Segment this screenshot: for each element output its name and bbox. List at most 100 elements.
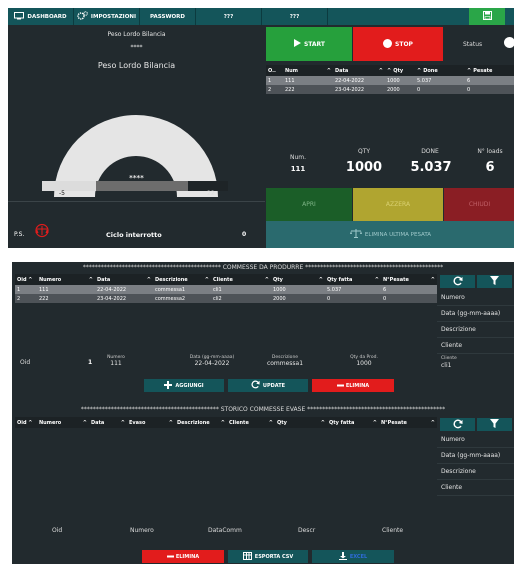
azzera-button[interactable]: AZZERA xyxy=(353,188,443,221)
update-button[interactable]: UPDATE xyxy=(228,379,308,392)
excel-export-label: EXCEL xyxy=(349,553,368,560)
col-numero[interactable]: Numero ^ xyxy=(37,417,89,428)
stop-button[interactable]: STOP xyxy=(353,27,443,61)
col-qty[interactable]: Qty ^ xyxy=(271,274,325,285)
col-numero[interactable]: Numero ^ xyxy=(37,274,95,285)
table-row[interactable]: 2 222 23-04-2022 2000 0 0 xyxy=(266,85,514,94)
download-icon xyxy=(338,551,347,562)
refresh-icon xyxy=(251,380,260,391)
nav-tab5-label: ??? xyxy=(289,13,300,20)
col-descrizione[interactable]: Descrizione ^ xyxy=(153,274,211,285)
filter-descrizione[interactable]: Descrizione xyxy=(437,464,514,480)
nav-password-label: PASSWORD xyxy=(149,13,185,20)
elimina-commessa-button[interactable]: ELIMINA xyxy=(312,379,394,392)
aggiungi-button[interactable]: AGGIUNGI xyxy=(144,379,224,392)
side-cliente-label: Cliente xyxy=(441,356,457,361)
nav-impostazioni-button[interactable]: IMPOSTAZIONI xyxy=(74,8,140,25)
filter-data[interactable]: Data (gg-mm-aaaa) xyxy=(437,448,514,464)
storico-numero-label: Numero xyxy=(130,527,154,534)
col-qty[interactable]: Qty ^ xyxy=(275,417,327,428)
col-npesate[interactable]: N°Pesate ^ xyxy=(381,274,437,285)
nav-tab5-button[interactable]: ??? xyxy=(262,8,328,25)
esporta-csv-button[interactable]: ESPORTA CSV xyxy=(228,550,308,563)
commesse-panel: ****************************************… xyxy=(12,262,514,564)
table-row[interactable]: 2 222 23-04-2022 commessa2 cli2 2000 0 0 xyxy=(15,294,437,303)
elimina-ultima-pesata-button[interactable]: ELIMINA ULTIMA PESATA xyxy=(266,221,514,248)
filter-icon xyxy=(490,419,499,430)
filter-descrizione[interactable]: Descrizione xyxy=(437,322,514,338)
nav-password-button[interactable]: PASSWORD xyxy=(140,8,196,25)
filter-cliente[interactable]: Cliente xyxy=(437,480,514,496)
col-data[interactable]: Data ^ xyxy=(333,65,385,76)
col-num[interactable]: Num ^ xyxy=(283,65,333,76)
gauge-title: Peso Lordo Bilancia xyxy=(97,61,176,70)
chiudi-button[interactable]: CHIUDI xyxy=(444,188,514,221)
col-data[interactable]: Data ^ xyxy=(95,274,153,285)
storico-refresh-button[interactable] xyxy=(440,418,475,431)
commesse-header: ****************************************… xyxy=(82,264,444,271)
start-label: START xyxy=(303,40,326,48)
refresh-button[interactable] xyxy=(440,275,475,288)
nav-tab4-label: ??? xyxy=(223,13,234,20)
scale-warning-icon xyxy=(34,223,50,240)
filter-cliente[interactable]: Cliente xyxy=(437,338,514,354)
col-pesate[interactable]: ^ Pesate xyxy=(465,65,514,76)
nav-dashboard-label: DASHBOARD xyxy=(27,13,67,20)
col-npesate[interactable]: N°Pesate ^ xyxy=(379,417,437,428)
detail-data-value[interactable]: 22-04-2022 xyxy=(172,360,252,367)
gauge-mid-bar xyxy=(96,181,188,191)
col-cliente[interactable]: Cliente ^ xyxy=(227,417,275,428)
start-button[interactable]: START xyxy=(266,27,352,61)
stop-label: STOP xyxy=(395,40,413,48)
refresh-icon xyxy=(453,419,463,431)
detail-oid-value: 1 xyxy=(88,359,93,366)
filter-data[interactable]: Data (gg-mm-aaaa) xyxy=(437,306,514,322)
dashboard-panel: DASHBOARD IMPOSTAZIONI PASSWORD ??? ??? … xyxy=(8,8,514,248)
filter-numero[interactable]: Numero xyxy=(437,290,514,306)
col-cliente[interactable]: Cliente ^ xyxy=(211,274,271,285)
col-qty-fatta[interactable]: Qty fatta ^ xyxy=(327,417,379,428)
nav-tab4-button[interactable]: ??? xyxy=(196,8,262,25)
nav-dashboard-button[interactable]: DASHBOARD xyxy=(8,8,74,25)
detail-qty-value[interactable]: 1000 xyxy=(334,360,394,367)
col-done[interactable]: ^ Done xyxy=(415,65,465,76)
filter-button[interactable] xyxy=(477,275,512,288)
col-order[interactable]: O.. xyxy=(266,65,283,76)
gears-icon xyxy=(77,11,88,22)
detail-oid-label: Oid xyxy=(20,359,31,366)
side-cliente-value[interactable]: cli1 xyxy=(441,362,451,369)
col-oid[interactable]: Oid ^ xyxy=(15,417,37,428)
save-button[interactable] xyxy=(469,8,505,25)
excel-export-button[interactable]: EXCEL xyxy=(312,550,394,563)
col-evaso[interactable]: Evaso ^ xyxy=(127,417,175,428)
col-data[interactable]: Data ^ xyxy=(89,417,127,428)
cycle-status: Ciclo interrotto xyxy=(106,231,162,239)
col-oid[interactable]: Oid ^ xyxy=(15,274,37,285)
col-qty[interactable]: ^ Qty xyxy=(385,65,415,76)
detail-desc-value[interactable]: commessa1 xyxy=(250,360,320,367)
kpi-num-label: Num. xyxy=(289,154,307,161)
storico-oid-label: Oid xyxy=(52,527,63,534)
apri-button[interactable]: APRI xyxy=(266,188,352,221)
filter-icon xyxy=(490,276,499,287)
save-icon xyxy=(482,11,492,22)
monitor-icon xyxy=(14,11,25,22)
minus-icon xyxy=(336,383,344,389)
table-row[interactable]: 1 111 22-04-2022 commessa1 cli1 1000 5.037 6 xyxy=(15,285,437,294)
kpi-qty-label: QTY xyxy=(357,148,371,155)
nav-impostazioni-label: IMPOSTAZIONI xyxy=(90,13,137,20)
aggiungi-label: AGGIUNGI xyxy=(175,382,204,389)
storico-table: Oid ^ Numero ^ Data ^ Evaso ^ Descrizion… xyxy=(15,417,437,428)
kpi-qty-value: 1000 xyxy=(345,160,383,175)
storico-elimina-button[interactable]: ELIMINA xyxy=(142,550,224,563)
table-row[interactable]: 1 111 22-04-2022 1000 5.037 6 xyxy=(266,76,514,85)
col-qty-fatta[interactable]: Qty fatta ^ xyxy=(325,274,381,285)
storico-filter-button[interactable] xyxy=(477,418,512,431)
storico-datacomm-label: DataComm xyxy=(208,527,242,534)
col-descrizione[interactable]: Descrizione ^ xyxy=(175,417,227,428)
loads-table-header: O.. Num ^ Data ^ ^ Qty ^ Done ^ Pesate xyxy=(266,65,514,76)
filter-numero[interactable]: Numero xyxy=(437,432,514,448)
commesse-filter-list: Numero Data (gg-mm-aaaa) Descrizione Cli… xyxy=(437,290,514,354)
detail-numero-value[interactable]: 111 xyxy=(96,360,136,367)
commesse-table: Oid ^ Numero ^ Data ^ Descrizione ^ Clie… xyxy=(15,274,437,303)
